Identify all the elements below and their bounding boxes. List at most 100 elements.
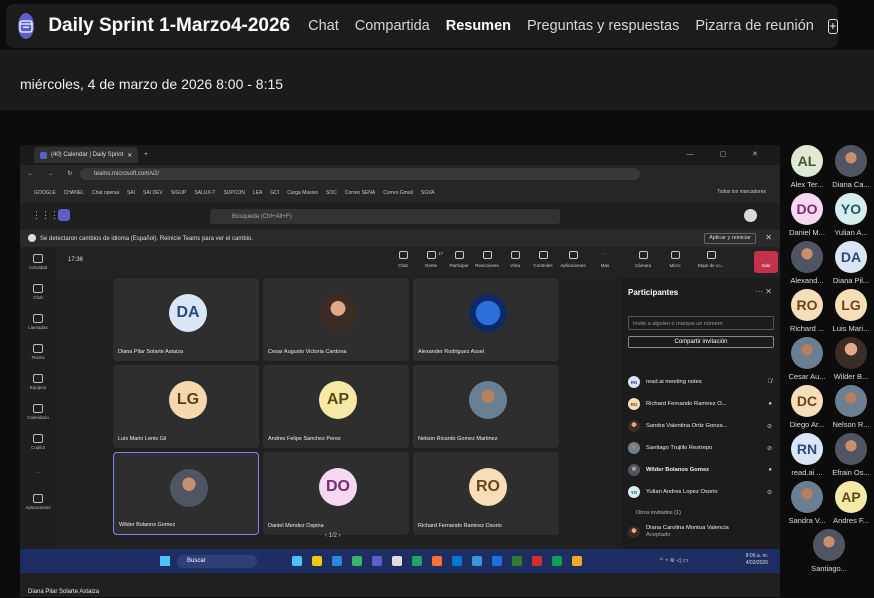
chrome-icon[interactable] [392, 556, 402, 566]
folder-icon[interactable] [312, 556, 322, 566]
pdf-icon[interactable] [532, 556, 542, 566]
video-tile[interactable]: DA Diana Pilar Solarte Astaiza [113, 278, 259, 361]
firefox-icon[interactable] [432, 556, 442, 566]
nav-arrows-icon[interactable]: ← → ↻ [28, 170, 78, 177]
rail-teams[interactable]: Teams [20, 337, 56, 367]
stop-sharing-button[interactable]: Dejar de co... [694, 251, 728, 268]
tab-preguntas[interactable]: Preguntas y respuestas [527, 18, 679, 34]
close-notice-icon[interactable]: ✕ [765, 233, 772, 242]
participant-row-self[interactable]: Wilder Bolanos Gomez ● [628, 462, 778, 478]
tab-chat[interactable]: Chat [308, 18, 339, 34]
gallery-participant[interactable]: Nelson R... [829, 385, 873, 433]
app-icon[interactable] [452, 556, 462, 566]
video-tile-self[interactable]: Wilder Bolanos Gomez [113, 452, 259, 535]
teams-search-input[interactable]: Búsqueda (Ctrl+Alt+F) [210, 209, 560, 224]
bookmark-7[interactable]: SUPCON [223, 190, 244, 196]
app-icon[interactable] [292, 556, 302, 566]
gallery-participant[interactable]: Efrain Os... [829, 433, 873, 481]
grid-pager[interactable]: ‹ 1/2 › [325, 533, 341, 539]
gallery-participant[interactable]: Alexand... [785, 241, 829, 289]
rail-chat[interactable]: Chat [20, 277, 56, 307]
gallery-participant[interactable]: Wilder B... [829, 337, 873, 385]
bookmark-9[interactable]: GCI [270, 190, 279, 196]
share-invite-button[interactable]: Compartir invitación [628, 336, 774, 348]
participant-row[interactable]: YO Yulian Andres Lopez Osorio ⊘ [628, 484, 778, 500]
participant-row[interactable]: RO Richard Fernando Ramirez O... ● [628, 396, 778, 412]
participant-row[interactable]: RN read.ai meeting notes 🎙̸ [628, 374, 778, 390]
rail-more[interactable]: ··· [20, 457, 56, 487]
gallery-participant[interactable]: Sandra V... [785, 481, 829, 529]
app-icon[interactable] [572, 556, 582, 566]
video-tile[interactable]: Nelson Ricardo Gomez Martinez [413, 365, 559, 448]
bookmark-10[interactable]: Carga Masivo [287, 190, 318, 196]
apps-button[interactable]: Aplicaciones [560, 251, 586, 268]
apply-restart-button[interactable]: Aplicar y reiniciar [704, 233, 756, 244]
participant-row[interactable]: Diana Carolina Montua Valencia Aceptado [628, 522, 778, 542]
app-grid-icon[interactable]: ⋮⋮⋮ [32, 210, 59, 221]
browser-tab[interactable]: (40) Calendar | Daily Sprint ✕ [34, 147, 139, 163]
video-tile[interactable]: Alexander Rodriguez Assel [413, 278, 559, 361]
rail-copilot[interactable]: Copilot [20, 427, 56, 457]
bookmark-13[interactable]: Correo Gmail [383, 190, 413, 196]
video-tile[interactable]: RO Richard Fernando Ramirez Osorio [413, 452, 559, 535]
reactions-button[interactable]: Reacciones [474, 251, 500, 268]
gallery-participant[interactable]: DC Diego Ar... [785, 385, 829, 433]
leave-button[interactable]: Salir [754, 251, 778, 273]
user-avatar[interactable] [744, 209, 757, 222]
rail-aplicaciones[interactable]: Aplicaciones [20, 487, 56, 517]
others-header[interactable]: Otros invitados (1) [636, 510, 681, 516]
raise-hand-button[interactable]: Participar [446, 251, 472, 268]
participant-row[interactable]: Santiago Trujillo Restrepo ⊘ [628, 440, 778, 456]
app-icon[interactable] [412, 556, 422, 566]
bookmark-6[interactable]: SALUX-T [194, 190, 215, 196]
tab-compartida[interactable]: Compartida [355, 18, 430, 34]
gallery-participant[interactable]: AP Andres F... [829, 481, 873, 529]
video-tile[interactable]: Cesar Augusto Victoria Cardona [263, 278, 409, 361]
controls-button[interactable]: Controles [530, 251, 556, 268]
all-bookmarks[interactable]: Todos los marcadores [717, 189, 766, 195]
bookmark-2[interactable]: Chat openai [92, 190, 119, 196]
rail-actividad[interactable]: Actividad [20, 247, 56, 277]
rail-llamadas[interactable]: Llamadas [20, 307, 56, 337]
more-button[interactable]: ··· Más [592, 251, 618, 268]
call-chat-button[interactable]: Chat [390, 251, 416, 268]
gallery-participant[interactable]: Cesar Au... [785, 337, 829, 385]
app-icon[interactable] [472, 556, 482, 566]
gallery-participant[interactable]: RN read.ai ... [785, 433, 829, 481]
bookmark-12[interactable]: Correo SENA [345, 190, 375, 196]
close-panel-icon[interactable]: ··· ✕ [755, 287, 772, 296]
gallery-participant[interactable]: RO Richard ... [785, 289, 829, 337]
gallery-participant[interactable]: LG Luis Mari... [829, 289, 873, 337]
vscode-icon[interactable] [492, 556, 502, 566]
url-field[interactable]: teams.microsoft.com/v2/ [80, 168, 640, 180]
bookmark-3[interactable]: SAI [127, 190, 135, 196]
gallery-participant[interactable]: Santiago... [807, 529, 851, 577]
add-tab-icon[interactable]: + [827, 18, 838, 34]
view-button[interactable]: Vista [502, 251, 528, 268]
gallery-participant[interactable]: Diana Ca... [829, 145, 873, 193]
window-controls[interactable]: — ▢ ✕ [687, 150, 770, 158]
gallery-participant[interactable]: DA Diana Pil... [829, 241, 873, 289]
tab-resumen[interactable]: Resumen [446, 18, 511, 34]
app-icon[interactable] [552, 556, 562, 566]
app-icon[interactable] [512, 556, 522, 566]
bookmark-5[interactable]: SIGUP [171, 190, 187, 196]
rail-calendario[interactable]: Calendario [20, 397, 56, 427]
gallery-participant[interactable]: DO Daniel M... [785, 193, 829, 241]
participant-row[interactable]: Sandra Valentina Ortiz Gonza... ⊘ [628, 418, 778, 434]
tab-pizarra[interactable]: Pizarra de reunión [695, 18, 814, 34]
bookmark-4[interactable]: SAI DEV [143, 190, 163, 196]
video-tile[interactable]: LG Luis Mario Lenis Gil [113, 365, 259, 448]
camera-button[interactable]: Cámara [630, 251, 656, 268]
bookmark-0[interactable]: GOOGLE [34, 190, 56, 196]
system-tray-icons[interactable]: ^ ◔ ≋ ◁ ▭ [660, 557, 688, 564]
mic-button[interactable]: Micro [662, 251, 688, 268]
teams-icon[interactable] [372, 556, 382, 566]
taskbar-clock[interactable]: 8:06 a. m. 4/03/2026 [746, 553, 768, 567]
gallery-participant[interactable]: YO Yulian A... [829, 193, 873, 241]
taskbar-search[interactable]: Buscar [177, 555, 257, 568]
app-icon[interactable] [352, 556, 362, 566]
rail-equipos[interactable]: Equipos [20, 367, 56, 397]
bookmark-8[interactable]: LEA [253, 190, 262, 196]
gallery-participant[interactable]: AL Alex Ter... [785, 145, 829, 193]
